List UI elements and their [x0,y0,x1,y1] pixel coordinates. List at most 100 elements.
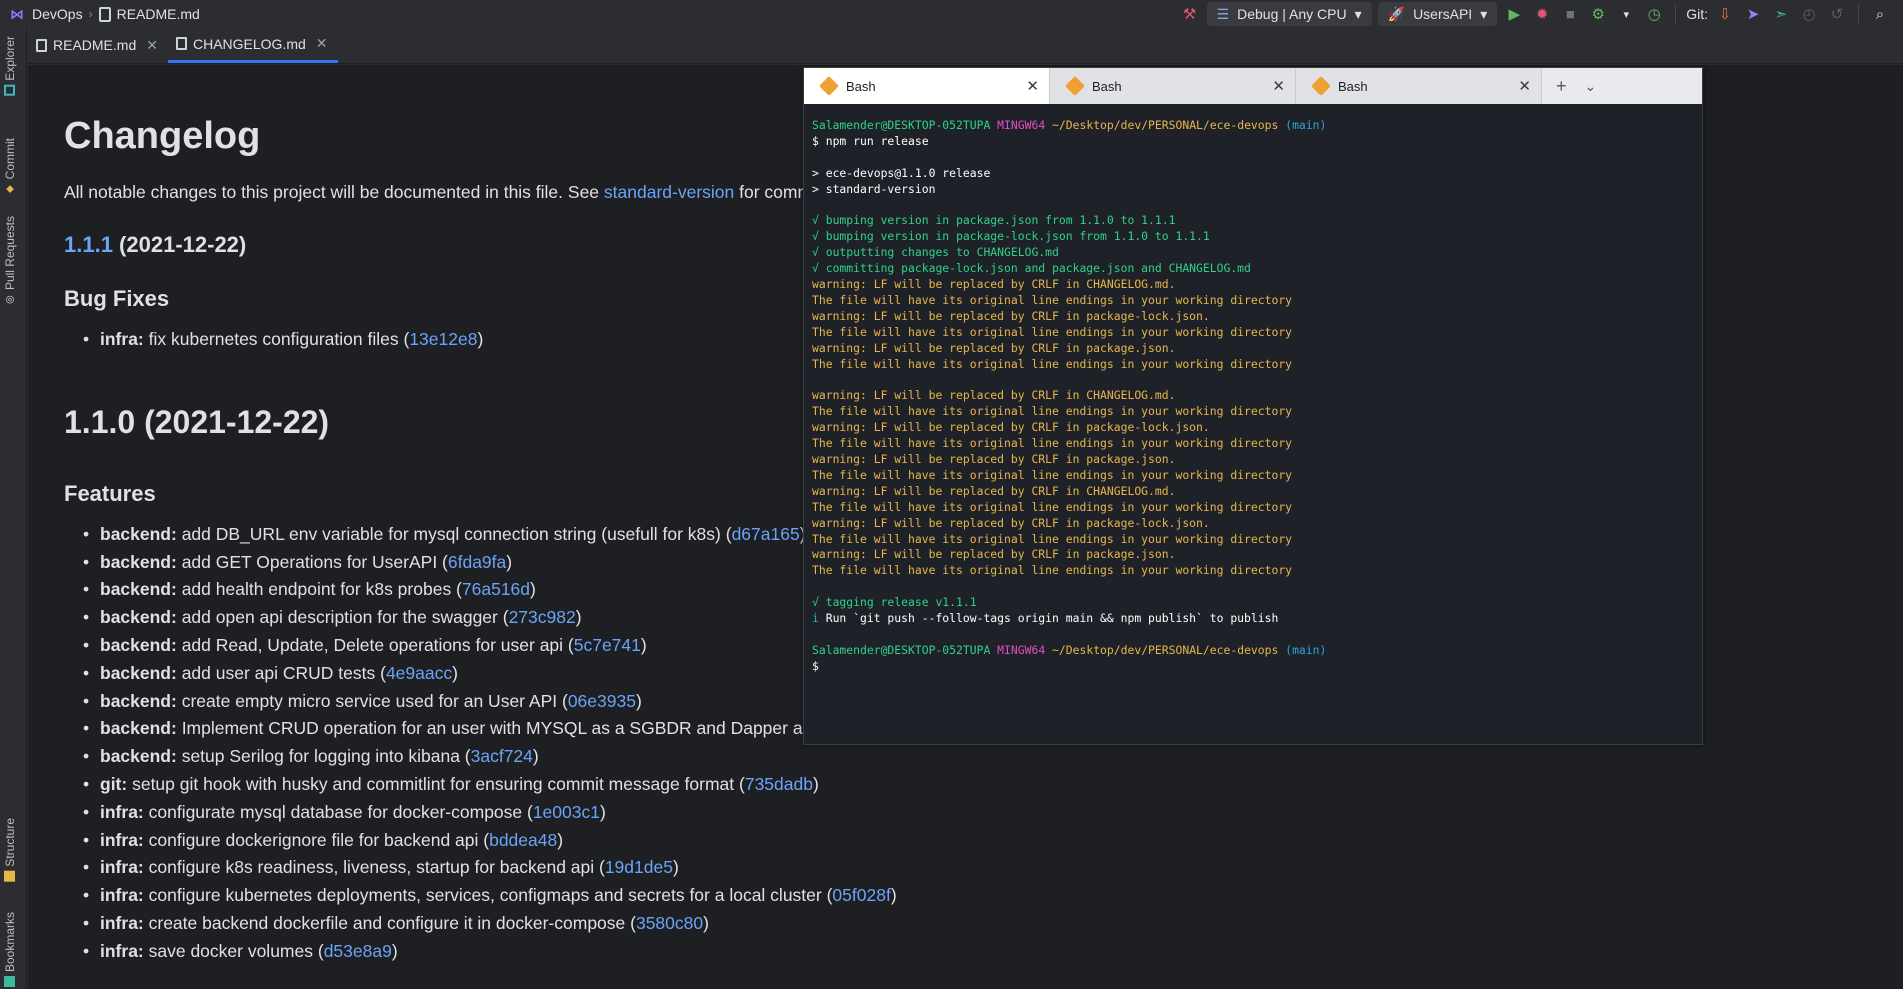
terminal-prompt: Salamender@DESKTOP-052TUPA MINGW64 ~/Des… [812,643,1694,659]
commit-hash-link[interactable]: 273c982 [509,607,576,627]
structure-tool-tab[interactable]: Structure [3,818,17,882]
close-icon[interactable]: ✕ [1518,77,1531,95]
commit-icon: ◆ [4,183,16,195]
hammer-icon[interactable]: ⚒ [1179,3,1201,25]
search-icon[interactable]: ⌕ [1869,3,1891,25]
paren-close: ) [599,801,606,822]
warning-line: warning: LF will be replaced by CRLF in … [812,515,1210,530]
config-icon: ☰ [1216,5,1230,22]
commit-hash-link[interactable]: d53e8a9 [324,941,392,961]
terminal-line: The file will have its original line end… [812,357,1694,373]
rollback-icon[interactable]: ↺ [1826,3,1848,25]
terminal-line: warning: LF will be replaced by CRLF in … [812,484,1694,500]
commit-hash-link[interactable]: 13e12e8 [409,329,477,349]
chevron-down-icon: ▾ [1354,5,1362,22]
commit-scope: backend: [100,579,177,600]
paren-close: ) [530,579,536,600]
terminal-tab[interactable]: Bash ✕ [1050,68,1296,104]
warning-line: The file will have its original line end… [812,404,1293,419]
commit-hash-link[interactable]: 5c7e741 [574,635,641,655]
git-push-icon[interactable]: ➤ [1742,3,1764,25]
terminal-line: warning: LF will be replaced by CRLF in … [812,309,1694,325]
terminal-output[interactable]: Salamender@DESKTOP-052TUPA MINGW64 ~/Des… [804,104,1702,689]
commit-scope: infra: [100,329,144,349]
history-icon[interactable]: ◴ [1798,3,1820,25]
terminal-tab-label: Bash [846,78,876,94]
explorer-label: Explorer [3,36,17,81]
commit-hash-link[interactable]: 19d1de5 [605,857,673,877]
warning-line: warning: LF will be replaced by CRLF in … [812,452,1176,467]
commit-hash-link[interactable]: 4e9aacc [386,663,452,683]
commit-message: add open api description for the swagger… [176,607,509,628]
commit-hash-link[interactable]: 6fda9fa [448,552,506,572]
debug-icon[interactable]: ✹ [1531,3,1553,25]
explorer-icon [4,84,16,96]
terminal-line: The file will have its original line end… [812,293,1694,309]
terminal-line: warning: LF will be replaced by CRLF in … [812,547,1694,563]
terminal-line: $ npm run release [812,134,1694,150]
commit-hash-link[interactable]: 76a516d [462,579,530,599]
commit-hash-link[interactable]: 1e003c1 [533,802,600,822]
new-tab-icon[interactable]: + [1556,76,1567,97]
close-icon[interactable]: ✕ [1272,77,1285,95]
tab-changelog[interactable]: CHANGELOG.md ✕ [167,27,338,63]
chevron-down-icon[interactable]: ⌄ [1585,78,1597,95]
success-line: √ outputting changes to CHANGELOG.md [812,245,1059,260]
close-icon[interactable]: ✕ [146,37,158,54]
editor-tab-bar: README.md ✕ CHANGELOG.md ✕ ⋮ [28,27,1903,83]
build-config-dropdown[interactable]: ☰ Debug | Any CPU ▾ [1206,2,1372,26]
command-line: $ npm run release [812,133,929,148]
chevron-down-icon[interactable]: ▾ [1615,3,1637,25]
terminal-tab[interactable]: Bash ✕ [1296,68,1542,104]
run-icon[interactable]: ▶ [1503,3,1525,25]
project-name[interactable]: DevOps [32,6,83,22]
commit-hash-link[interactable]: 3acf724 [471,746,533,766]
success-line: √ tagging release v1.1.1 [812,595,977,610]
git-update-icon[interactable]: ⇩ [1714,3,1736,25]
chevron-right-icon: › [88,7,93,21]
list-item: infra: save docker volumes (d53e8a9) [83,938,1364,966]
prompt-branch: (main) [1285,642,1327,657]
paren-close: ) [703,912,709,933]
commit-message: configure k8s readiness, liveness, start… [143,857,605,878]
stop-icon[interactable]: ■ [1559,3,1581,25]
bookmarks-tool-tab[interactable]: Bookmarks [3,912,17,988]
terminal-line: The file will have its original line end… [812,436,1694,452]
profiler-icon[interactable]: ◷ [1643,3,1665,25]
warning-line: The file will have its original line end… [812,467,1293,482]
pull-requests-tool-tab[interactable]: ◎ Pull Requests [3,216,17,305]
explorer-tool-tab[interactable]: Explorer [3,36,17,96]
git-commit-icon[interactable]: ➣ [1770,3,1792,25]
paren-close: ) [477,329,484,349]
commit-hash-link[interactable]: 05f028f [832,885,890,905]
terminal-line: warning: LF will be replaced by CRLF in … [812,452,1694,468]
terminal-line: warning: LF will be replaced by CRLF in … [812,341,1694,357]
commit-hash-link[interactable]: 06e3935 [568,691,636,711]
standard-version-link[interactable]: standard-version [604,182,734,202]
terminal-line: √ bumping version in package-lock.json f… [812,229,1694,245]
close-icon[interactable]: ✕ [1026,77,1039,95]
breadcrumb-file[interactable]: README.md [117,6,200,22]
attach-icon[interactable]: ⚙ [1587,3,1609,25]
list-item: backend: setup Serilog for logging into … [83,743,1364,771]
terminal-tab[interactable]: Bash ✕ [804,68,1050,104]
commit-message: add health endpoint for k8s probes ( [176,579,462,600]
commit-message: save docker volumes ( [143,940,324,961]
paren-close: ) [391,940,398,961]
run-target-dropdown[interactable]: 🚀 UsersAPI ▾ [1377,2,1498,26]
commit-hash-link[interactable]: d67a165 [732,524,800,544]
terminal-line: warning: LF will be replaced by CRLF in … [812,516,1694,532]
commit-tool-tab[interactable]: ◆ Commit [3,138,17,194]
version-link[interactable]: 1.1.1 [64,232,113,257]
tab-readme[interactable]: README.md ✕ [28,27,168,63]
commit-scope: backend: [100,634,177,655]
bookmark-icon [4,976,16,988]
commit-hash-link[interactable]: bddea48 [489,830,557,850]
commit-scope: backend: [100,662,177,683]
close-icon[interactable]: ✕ [316,35,328,52]
prompt-user: Salamender@DESKTOP-052TUPA [812,642,991,657]
commit-hash-link[interactable]: 3580c80 [636,913,703,933]
commit-hash-link[interactable]: 735dadb [745,774,813,794]
